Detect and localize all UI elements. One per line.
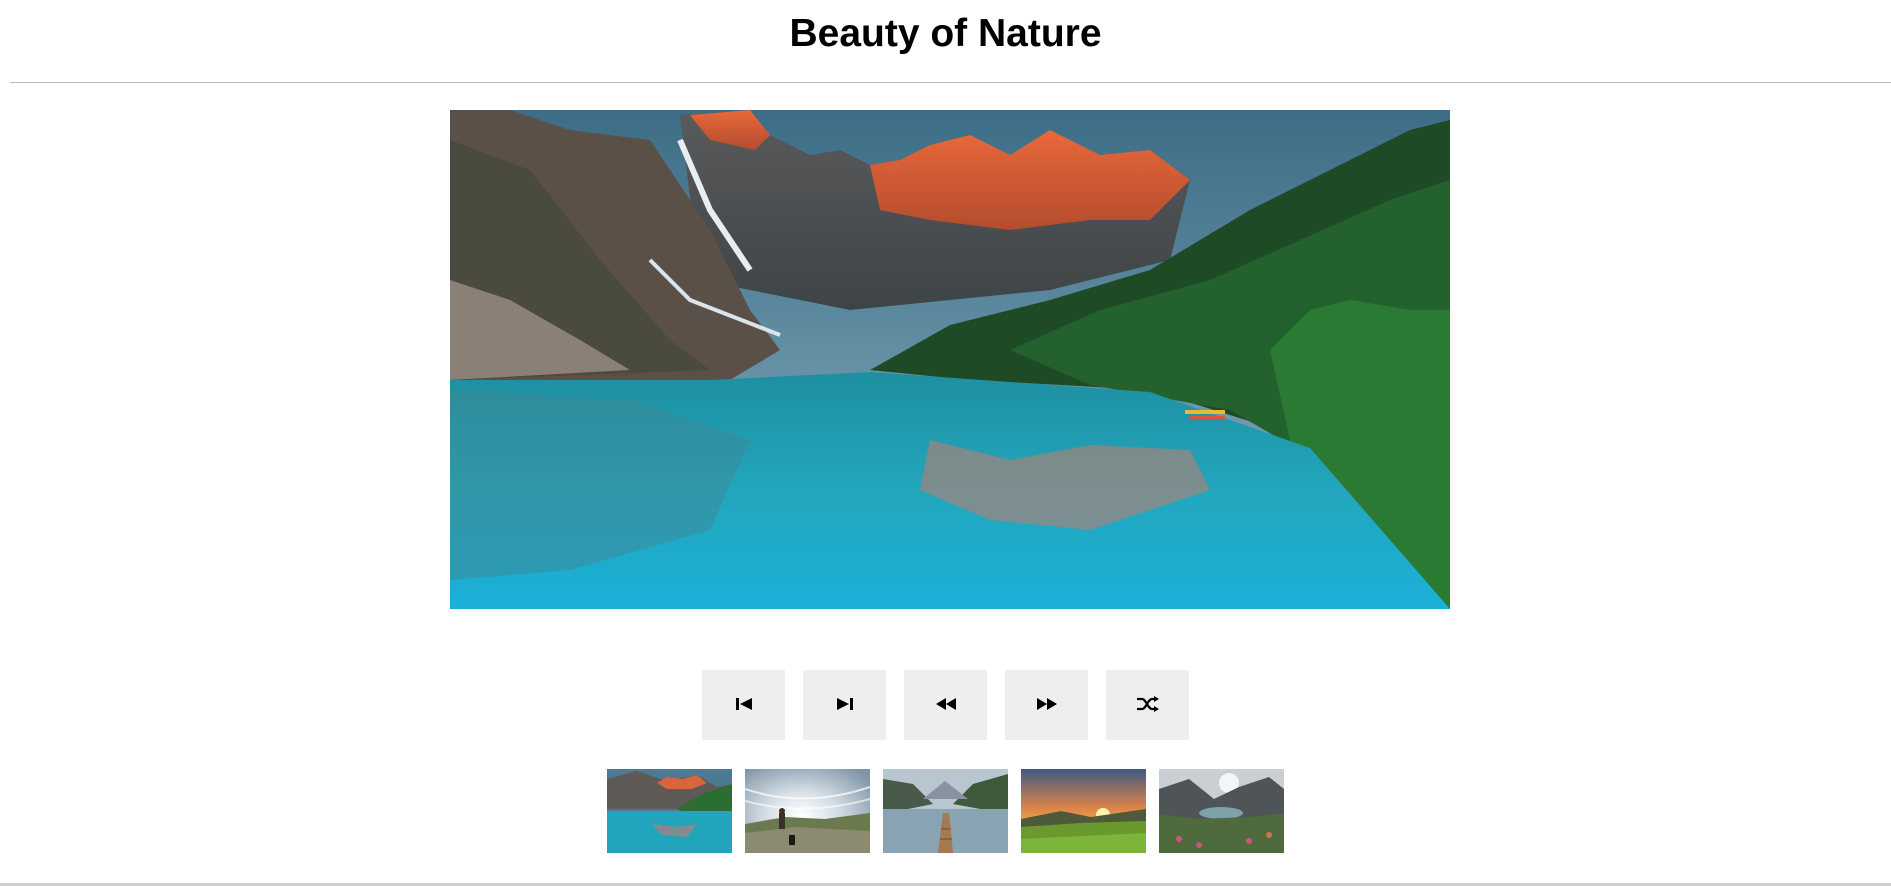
rewind-icon [935, 697, 957, 714]
shuffle-icon [1136, 695, 1160, 715]
previous-button[interactable] [904, 670, 987, 740]
thumbnail-lake-dock[interactable] [883, 769, 1008, 853]
skip-first-icon [734, 697, 754, 714]
bottom-divider [0, 883, 1891, 886]
thumbnail-strip [0, 769, 1891, 853]
fast-forward-icon [1036, 697, 1058, 714]
thumbnail-sunset-meadow[interactable] [1021, 769, 1146, 853]
next-button[interactable] [1005, 670, 1088, 740]
main-image [450, 110, 1450, 609]
thumbnail-hiker-sky[interactable] [745, 769, 870, 853]
shuffle-button[interactable] [1106, 670, 1189, 740]
thumbnail-alpine-lake[interactable] [1159, 769, 1284, 853]
playback-controls [0, 670, 1891, 740]
header-divider [10, 82, 1891, 83]
first-button[interactable] [702, 670, 785, 740]
thumbnail-mountain-lake[interactable] [607, 769, 732, 853]
skip-last-icon [835, 697, 855, 714]
last-button[interactable] [803, 670, 886, 740]
page-title: Beauty of Nature [789, 12, 1102, 55]
page-header: Beauty of Nature [0, 0, 1891, 83]
